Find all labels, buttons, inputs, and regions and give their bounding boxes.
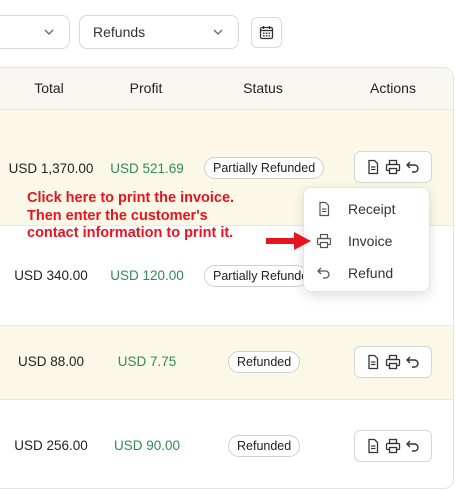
row-profit: USD 7.75 <box>117 354 177 369</box>
filter-select-left[interactable] <box>0 15 70 49</box>
menu-item-receipt[interactable]: Receipt <box>304 193 429 225</box>
table-row: USD 256.00 USD 90.00 Refunded <box>0 400 453 488</box>
print-actions-menu: Receipt Invoice Refund <box>303 187 430 292</box>
row-profit: USD 120.00 <box>110 268 184 283</box>
undo-icon[interactable] <box>405 438 421 454</box>
menu-item-receipt-label: Receipt <box>348 201 396 217</box>
status-badge: Refunded <box>228 435 301 457</box>
document-icon[interactable] <box>365 159 381 175</box>
menu-item-invoice[interactable]: Invoice <box>304 225 429 257</box>
filter-select-refunds-value: Refunds <box>93 24 146 40</box>
annotation-line-1: Click here to print the invoice. <box>27 190 235 206</box>
header-actions: Actions <box>370 80 416 96</box>
row-total: USD 340.00 <box>14 268 88 283</box>
undo-icon[interactable] <box>405 354 421 370</box>
calendar-icon <box>259 26 274 40</box>
calendar-button[interactable] <box>251 17 282 48</box>
status-badge: Partially Refunded <box>204 265 308 287</box>
row-actions <box>354 430 432 462</box>
row-total: USD 1,370.00 <box>8 161 94 176</box>
row-profit: USD 521.69 <box>110 161 184 176</box>
instruction-annotation: Click here to print the invoice. Then en… <box>27 190 297 243</box>
arrow-right-icon <box>266 232 311 250</box>
undo-icon <box>317 267 330 279</box>
row-actions <box>354 151 432 183</box>
status-badge: Refunded <box>228 351 301 373</box>
document-icon[interactable] <box>365 354 381 370</box>
undo-icon[interactable] <box>405 159 421 175</box>
table-header: Total Profit Status Actions <box>0 68 453 110</box>
annotation-line-2: Then enter the customer's <box>27 207 208 224</box>
header-profit: Profit <box>129 80 163 96</box>
document-icon <box>319 201 330 217</box>
header-status: Status <box>243 80 283 96</box>
status-badge: Partially Refunded <box>204 157 325 179</box>
row-total: USD 256.00 <box>14 438 88 453</box>
menu-item-invoice-label: Invoice <box>348 233 393 249</box>
menu-item-refund[interactable]: Refund <box>304 257 429 289</box>
menu-item-refund-label: Refund <box>348 265 394 281</box>
printer-icon[interactable] <box>385 159 401 175</box>
annotation-line-3: contact information to print it. <box>27 225 234 241</box>
chevron-down-icon <box>44 29 54 35</box>
document-icon[interactable] <box>365 438 381 454</box>
row-profit: USD 90.00 <box>113 438 181 453</box>
printer-icon <box>316 233 332 249</box>
table-row: USD 88.00 USD 7.75 Refunded <box>0 326 453 400</box>
header-total: Total <box>34 80 64 96</box>
chevron-down-icon <box>213 29 223 35</box>
filter-select-refunds[interactable]: Refunds <box>79 15 239 49</box>
row-actions <box>354 346 432 378</box>
printer-icon[interactable] <box>385 354 401 370</box>
printer-icon[interactable] <box>385 438 401 454</box>
row-total: USD 88.00 <box>17 354 85 369</box>
